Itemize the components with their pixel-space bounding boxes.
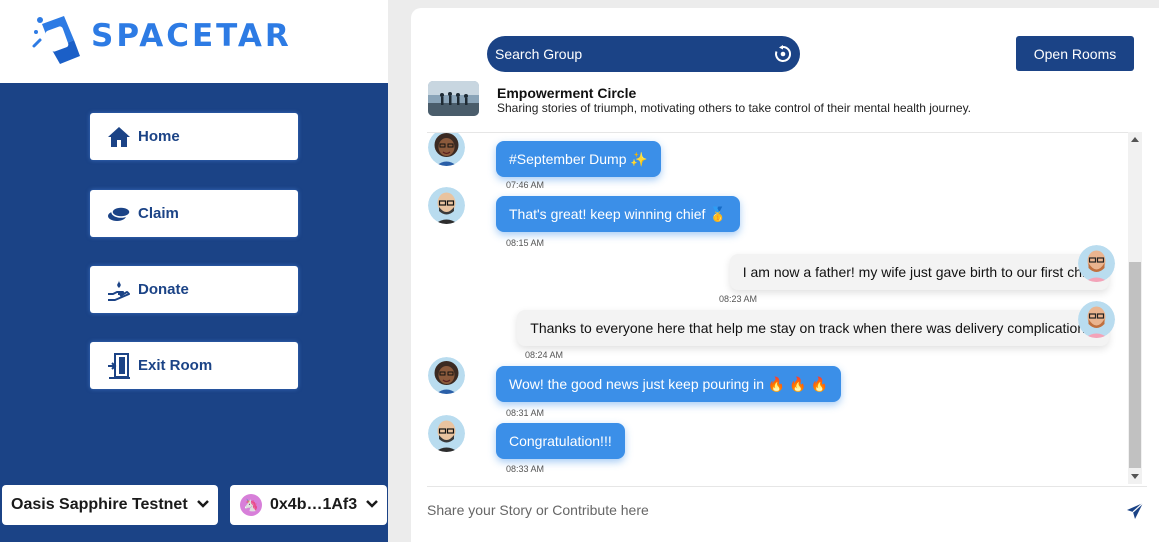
message-time: 07:46 AM [506,180,545,190]
sidebar: SPACETAR Home Claim Donate Exit Room Oas… [0,0,388,542]
message-bubble: #September Dump ✨ [496,141,661,177]
scroll-down-arrow-icon[interactable] [1131,474,1139,479]
coins-icon [106,201,132,227]
group-description: Sharing stories of triumph, motivating o… [497,101,972,115]
nav-exit-room-label: Exit Room [138,357,213,374]
donate-hand-icon [106,277,132,303]
message-time: 08:23 AM [719,294,758,304]
message-bubble: That's great! keep winning chief 🥇 [496,196,740,232]
bald-man-avatar [428,187,465,224]
message-list[interactable]: #September Dump ✨ 07:46 AM That's great!… [427,132,1141,484]
wallet-account-button[interactable]: 🦄 0x4b…1Af3 [230,485,387,525]
message-composer [427,486,1147,536]
chevron-down-icon [365,496,379,514]
message-bubble: Thanks to everyone here that help me sta… [517,310,1109,346]
message-time: 08:33 AM [506,464,545,474]
bald-man-avatar [428,415,465,452]
wallet-avatar-icon: 🦄 [240,494,262,516]
logo-icon [32,16,80,64]
bearded-man-avatar [1078,301,1115,338]
message-time: 08:31 AM [506,408,545,418]
message-bubble: Wow! the good news just keep pouring in … [496,366,841,402]
home-icon [106,124,132,150]
refresh-search-icon[interactable] [774,45,792,63]
nav-home-button[interactable]: Home [90,113,298,160]
message-input[interactable] [427,502,1107,518]
open-rooms-button[interactable]: Open Rooms [1016,36,1134,71]
scroll-up-arrow-icon[interactable] [1131,137,1139,142]
exit-door-icon [106,352,132,379]
woman-avatar [428,357,465,394]
group-thumbnail [428,81,479,116]
search-group-box[interactable] [487,36,800,72]
message-time: 08:15 AM [506,238,545,248]
nav-exit-room-button[interactable]: Exit Room [90,342,298,389]
logo-text: SPACETAR [91,18,292,54]
nav-donate-button[interactable]: Donate [90,266,298,313]
network-selector[interactable]: Oasis Sapphire Testnet [2,485,218,525]
scroll-thumb[interactable] [1129,262,1141,468]
send-icon[interactable] [1126,502,1144,520]
group-name: Empowerment Circle [497,85,637,101]
bearded-man-avatar [1078,245,1115,282]
group-header: Empowerment Circle Sharing stories of tr… [428,81,1148,131]
nav-claim-label: Claim [138,205,179,222]
network-label: Oasis Sapphire Testnet [11,496,188,513]
nav-home-label: Home [138,128,180,145]
message-time: 08:24 AM [525,350,564,360]
logo-area: SPACETAR [0,0,388,83]
nav-donate-label: Donate [138,281,189,298]
nav-claim-button[interactable]: Claim [90,190,298,237]
woman-avatar [428,133,465,166]
chevron-down-icon [196,496,210,514]
chat-panel: Open Rooms Empowerment Circle Sharing st… [411,8,1159,542]
message-bubble: I am now a father! my wife just gave bir… [729,254,1109,290]
wallet-address: 0x4b…1Af3 [270,496,358,513]
message-bubble: Congratulation!!! [496,423,625,459]
chat-scrollbar[interactable] [1128,132,1142,484]
search-input[interactable] [495,46,765,62]
